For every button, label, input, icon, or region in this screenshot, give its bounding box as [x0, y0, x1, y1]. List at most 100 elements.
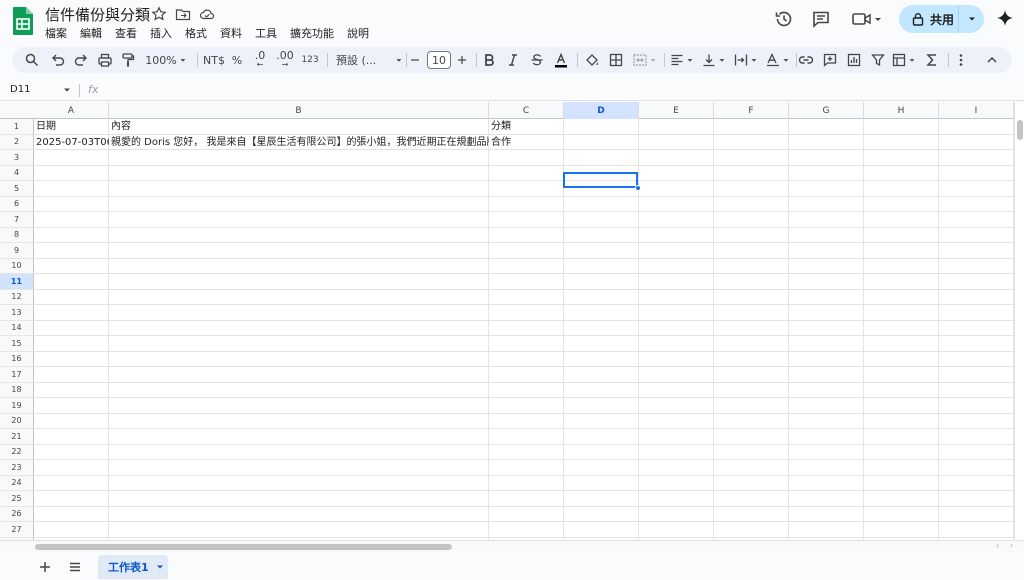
move-folder-icon[interactable] — [175, 6, 191, 22]
menu-help[interactable]: 說明 — [347, 25, 369, 41]
text-color-button[interactable] — [551, 47, 571, 73]
column-header-I[interactable]: I — [939, 102, 1014, 119]
share-dropdown[interactable] — [958, 5, 984, 33]
zoom-dropdown[interactable] — [178, 47, 188, 73]
comments-icon[interactable] — [811, 9, 831, 29]
text-wrapping-button[interactable] — [732, 47, 760, 73]
insert-chart-button[interactable] — [844, 47, 864, 73]
spreadsheet-grid[interactable]: ABCDEFGHI 1 2 3 4 5 6 7 8 9 10 11 12 13 14 15 16 17 18 19 2… — [0, 102, 1014, 540]
row-header-7[interactable]: 7 — [0, 212, 34, 228]
row-header-26[interactable]: 26 — [0, 506, 34, 522]
menu-tools[interactable]: 工具 — [255, 25, 277, 41]
formula-input[interactable] — [110, 82, 1010, 98]
row-header-14[interactable]: 14 — [0, 320, 34, 336]
share-main[interactable]: 共用 — [899, 5, 958, 33]
name-box[interactable]: D11 — [10, 84, 30, 95]
cell-A1[interactable]: 日期 — [34, 119, 109, 134]
font-family-dropdown[interactable] — [394, 47, 404, 73]
undo-button[interactable] — [48, 47, 68, 73]
column-header-E[interactable]: E — [639, 102, 714, 119]
row-header-24[interactable]: 24 — [0, 475, 34, 491]
name-box-dropdown-icon[interactable] — [62, 85, 72, 95]
horizontal-align-button[interactable] — [668, 47, 696, 73]
menu-edit[interactable]: 編輯 — [80, 25, 102, 41]
row-header-20[interactable]: 20 — [0, 413, 34, 429]
filter-views-button[interactable] — [890, 47, 918, 73]
fill-color-button[interactable] — [583, 47, 601, 73]
font-size-input[interactable]: 10 — [427, 51, 451, 69]
currency-format-button[interactable]: NT$ — [202, 47, 226, 73]
row-header-15[interactable]: 15 — [0, 336, 34, 352]
column-header-C[interactable]: C — [489, 102, 564, 119]
column-header-H[interactable]: H — [864, 102, 939, 119]
row-header-2[interactable]: 2 — [0, 134, 34, 150]
fill-handle[interactable] — [635, 185, 641, 191]
paint-format-button[interactable] — [118, 47, 138, 73]
row-header-19[interactable]: 19 — [0, 398, 34, 414]
all-sheets-button[interactable] — [65, 557, 85, 577]
print-button[interactable] — [95, 47, 115, 73]
row-header-4[interactable]: 4 — [0, 165, 34, 181]
row-header-3[interactable]: 3 — [0, 150, 34, 166]
row-header-1[interactable]: 1 — [0, 119, 34, 135]
row-header-10[interactable]: 10 — [0, 258, 34, 274]
row-header-23[interactable]: 23 — [0, 460, 34, 476]
row-header-13[interactable]: 13 — [0, 305, 34, 321]
sheet-tab-1[interactable]: 工作表1 — [98, 555, 168, 579]
cell-C1[interactable]: 分類 — [489, 119, 564, 134]
zoom-select[interactable]: 100% — [144, 47, 178, 73]
version-history-icon[interactable] — [774, 9, 794, 29]
active-cell-D11[interactable] — [563, 172, 638, 188]
sheets-logo-icon[interactable] — [12, 6, 34, 36]
decrease-decimal-button[interactable]: .0 ← — [250, 47, 270, 73]
row-header-12[interactable]: 12 — [0, 289, 34, 305]
percent-format-button[interactable]: % — [230, 47, 244, 73]
menu-data[interactable]: 資料 — [220, 25, 242, 41]
text-rotation-button[interactable] — [764, 47, 792, 73]
gemini-sparkle-icon[interactable] — [995, 9, 1015, 29]
row-header-16[interactable]: 16 — [0, 351, 34, 367]
row-header-6[interactable]: 6 — [0, 196, 34, 212]
font-family-select[interactable]: 預設 (... — [334, 47, 394, 73]
row-header-25[interactable]: 25 — [0, 491, 34, 507]
add-sheet-button[interactable] — [35, 557, 55, 577]
menu-insert[interactable]: 插入 — [150, 25, 172, 41]
vertical-align-button[interactable] — [700, 47, 728, 73]
increase-font-size-button[interactable] — [455, 47, 469, 73]
row-header-5[interactable]: 5 — [0, 181, 34, 197]
column-header-G[interactable]: G — [789, 102, 864, 119]
row-header-8[interactable]: 8 — [0, 227, 34, 243]
create-filter-button[interactable] — [868, 47, 888, 73]
cell-B2[interactable]: 親愛的 Doris 您好， 我是來自【星辰生活有限公司】的張小姐，我們近期正在規… — [109, 135, 489, 150]
cell-A2[interactable]: 2025-07-03T06:5 — [34, 135, 109, 150]
menu-extensions[interactable]: 擴充功能 — [290, 25, 334, 41]
merge-cells-button[interactable] — [631, 47, 659, 73]
row-header-27[interactable]: 27 — [0, 522, 34, 538]
share-button[interactable]: 共用 — [899, 5, 984, 33]
menu-file[interactable]: 檔案 — [45, 25, 67, 41]
row-header-18[interactable]: 18 — [0, 382, 34, 398]
cell-C2[interactable]: 合作 — [489, 135, 564, 150]
more-options-button[interactable] — [952, 47, 970, 73]
row-header-9[interactable]: 9 — [0, 243, 34, 259]
search-menus-button[interactable] — [22, 47, 42, 73]
row-header-11[interactable]: 11 — [0, 274, 34, 290]
column-header-A[interactable]: A — [34, 102, 109, 119]
column-header-B[interactable]: B — [109, 102, 489, 119]
borders-button[interactable] — [607, 47, 625, 73]
document-title[interactable]: 信件備份與分類 — [45, 4, 150, 25]
italic-button[interactable] — [504, 47, 522, 73]
column-header-D[interactable]: D — [564, 102, 639, 119]
chevron-down-icon[interactable] — [155, 562, 165, 572]
hide-menus-button[interactable] — [982, 47, 1002, 73]
menu-format[interactable]: 格式 — [185, 25, 207, 41]
scroll-left-icon[interactable]: ‹ — [996, 541, 999, 550]
row-header-17[interactable]: 17 — [0, 367, 34, 383]
bold-button[interactable] — [480, 47, 498, 73]
cell-B1[interactable]: 內容 — [109, 119, 489, 134]
scroll-right-icon[interactable]: › — [1010, 541, 1013, 550]
vertical-scroll-thumb[interactable] — [1017, 120, 1023, 140]
insert-comment-button[interactable] — [820, 47, 840, 73]
insert-link-button[interactable] — [796, 47, 816, 73]
menu-view[interactable]: 查看 — [115, 25, 137, 41]
